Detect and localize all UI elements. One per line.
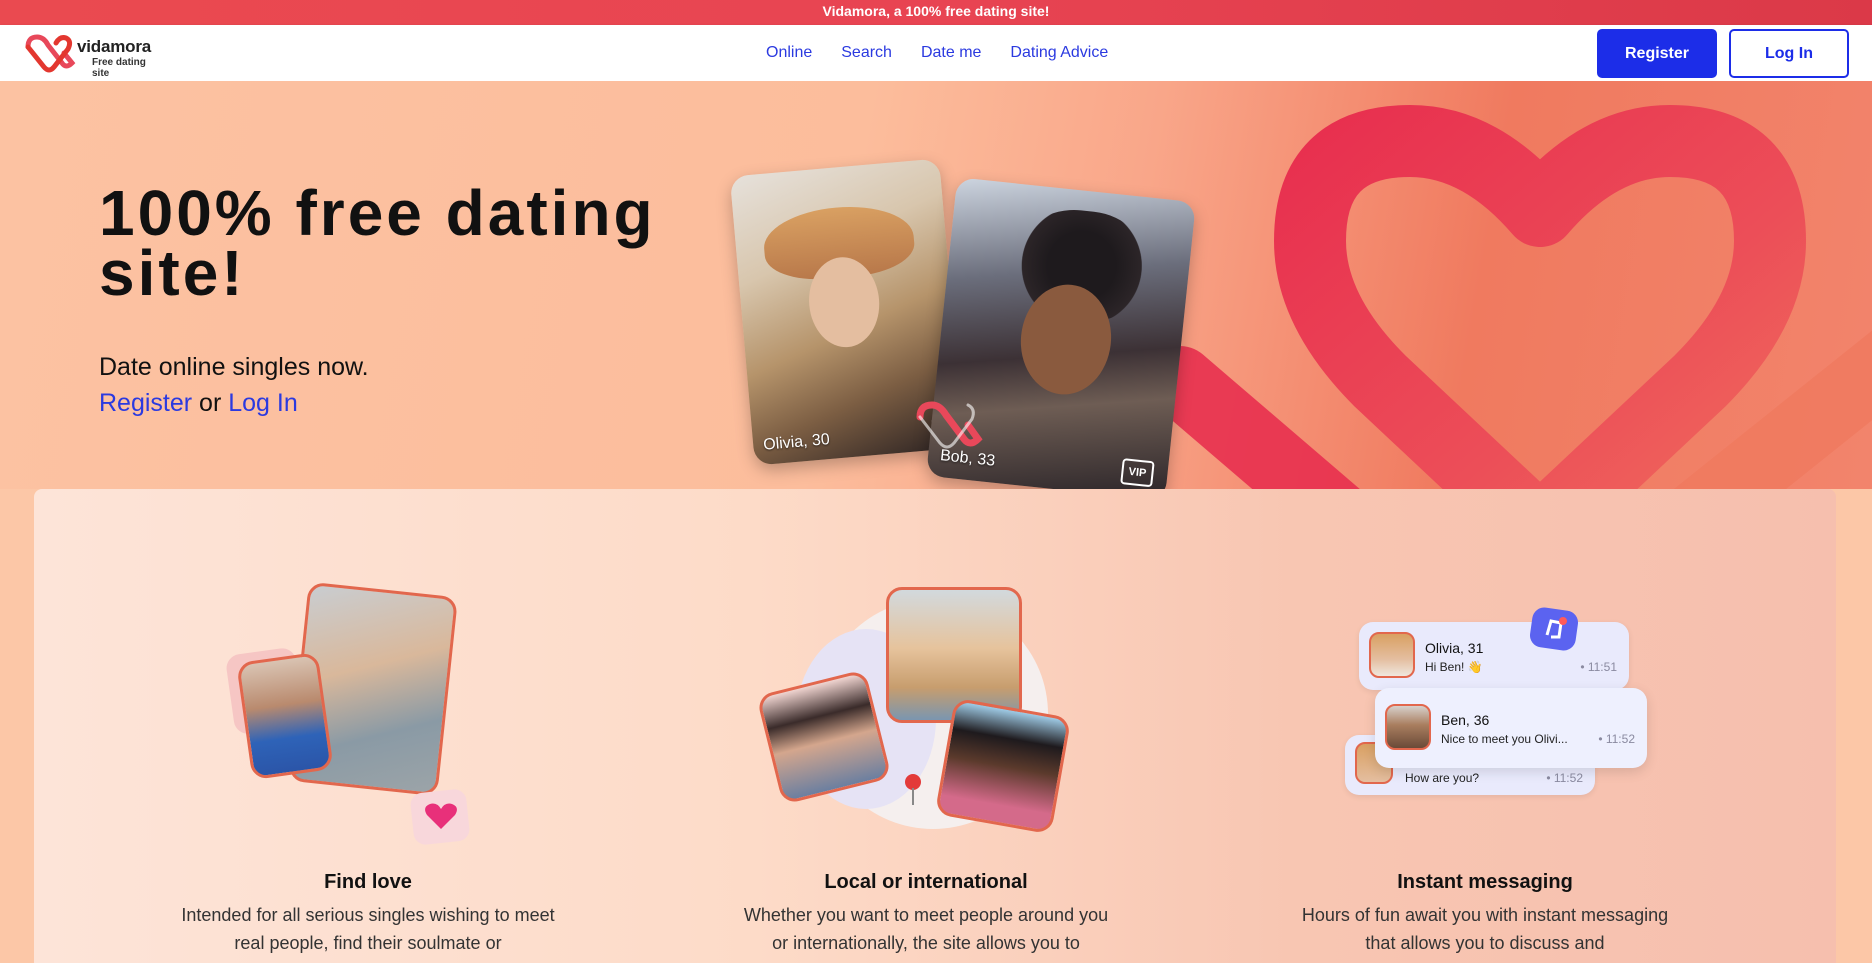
- avatar: [1369, 632, 1415, 678]
- nav-date-me[interactable]: Date me: [921, 44, 981, 62]
- logo-tagline: Free dating site: [92, 57, 146, 79]
- register-button[interactable]: Register: [1597, 29, 1717, 78]
- feature-description: Intended for all serious singles wishing…: [181, 905, 555, 953]
- chat-bubble-icon: [1529, 607, 1579, 651]
- feature-find-love: Find love Intended for all serious singl…: [168, 489, 568, 963]
- heart-emoji-icon: [425, 803, 457, 829]
- vidamora-heart-logo-icon: [25, 34, 76, 73]
- vip-badge-icon: VIP: [1120, 458, 1155, 488]
- chat-message: How are you?: [1405, 771, 1480, 785]
- login-button[interactable]: Log In: [1729, 29, 1849, 78]
- feature-description: Hours of fun await you with instant mess…: [1301, 905, 1669, 953]
- hero-login-link[interactable]: Log In: [228, 389, 298, 417]
- feature-title: Find love: [324, 871, 412, 893]
- feature-title: Instant messaging: [1397, 871, 1573, 893]
- logo-name: vidamora: [77, 37, 151, 56]
- chat-message: Nice to meet you Olivi...: [1441, 732, 1568, 746]
- banner-text: Vidamora, a 100% free dating site!: [822, 3, 1050, 19]
- chat-message: Hi Ben! 👋: [1425, 660, 1483, 674]
- hero-section: 100% free dating site! Date online singl…: [0, 81, 1872, 489]
- nav-search[interactable]: Search: [841, 44, 892, 62]
- nav-online[interactable]: Online: [766, 44, 812, 62]
- logo[interactable]: vidamora Free dating site: [22, 33, 162, 79]
- main-nav: Online Search Date me Dating Advice: [766, 25, 1137, 81]
- nav-dating-advice[interactable]: Dating Advice: [1010, 44, 1108, 62]
- feature-title: Local or international: [824, 871, 1028, 893]
- hero-subtitle: Date online singles now.: [99, 353, 369, 381]
- chat-time: • 11:51: [1580, 660, 1617, 674]
- chat-time: • 11:52: [1546, 771, 1583, 785]
- hero-title: 100% free dating site!: [99, 177, 656, 309]
- feature-local-international: Local or international Whether you want …: [726, 489, 1126, 963]
- man-photo-illustration: [934, 697, 1072, 835]
- large-heart-background-icon: [1145, 105, 1872, 489]
- hero-register-link[interactable]: Register: [99, 389, 192, 417]
- avatar: [1385, 704, 1431, 750]
- chat-name: Ben, 36: [1441, 712, 1490, 728]
- top-banner: Vidamora, a 100% free dating site!: [0, 0, 1872, 25]
- site-header: vidamora Free dating site Online Search …: [0, 25, 1872, 81]
- chat-name: Olivia, 31: [1425, 640, 1484, 656]
- man-photo-illustration: [236, 651, 334, 781]
- features-panel: Find love Intended for all serious singl…: [34, 489, 1836, 963]
- hero-or-text: or: [199, 389, 222, 417]
- small-heart-logo-icon: [916, 401, 983, 449]
- location-pin-icon: [905, 774, 921, 805]
- chat-time: • 11:52: [1598, 732, 1635, 746]
- woman-photo-illustration: [886, 587, 1022, 723]
- feature-description: Whether you want to meet people around y…: [743, 905, 1109, 953]
- chat-card[interactable]: Ben, 36 Nice to meet you Olivi... • 11:5…: [1375, 688, 1647, 768]
- chat-card[interactable]: Olivia, 31 Hi Ben! 👋 • 11:51: [1359, 622, 1629, 690]
- hero-cta: Register or Log In: [99, 389, 298, 418]
- feature-instant-messaging: How are you? • 11:52 Olivia, 31 Hi Ben! …: [1285, 489, 1685, 963]
- profile-label: Olivia, 30: [762, 431, 831, 454]
